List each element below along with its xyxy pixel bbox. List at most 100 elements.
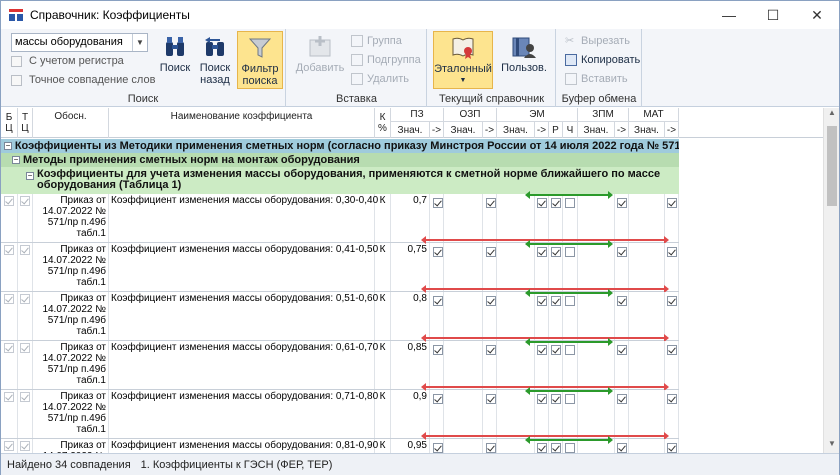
apply-checkbox[interactable] [537, 443, 547, 453]
apply-checkbox[interactable] [551, 198, 561, 208]
apply-checkbox[interactable] [617, 198, 627, 208]
cell-bc[interactable] [1, 243, 18, 291]
apply-checkbox[interactable] [486, 394, 496, 404]
col-name[interactable]: Наименование коэффициента [109, 108, 375, 138]
apply-checkbox[interactable] [551, 345, 561, 355]
apply-checkbox[interactable] [433, 198, 443, 208]
col-mat[interactable]: МАТ [629, 108, 679, 122]
apply-checkbox[interactable] [537, 247, 547, 257]
apply-checkbox[interactable] [667, 443, 677, 453]
col-pz-arrow[interactable]: -> [430, 122, 444, 138]
apply-checkbox[interactable] [667, 345, 677, 355]
apply-checkbox[interactable] [486, 247, 496, 257]
col-em-ch[interactable]: Ч [563, 122, 578, 138]
group-row-level1[interactable]: − Коэффициенты из Методики применения см… [1, 139, 679, 153]
delete-button[interactable]: Удалить [351, 73, 409, 85]
cell-tc[interactable] [18, 341, 33, 389]
apply-checkbox[interactable] [537, 345, 547, 355]
col-zpm-arrow[interactable]: -> [615, 122, 629, 138]
apply-checkbox[interactable] [486, 198, 496, 208]
scroll-up-icon[interactable]: ▲ [824, 108, 840, 122]
tc-checkbox[interactable] [20, 392, 30, 402]
checkbox-box[interactable] [11, 74, 22, 86]
tc-checkbox[interactable] [20, 245, 30, 255]
col-mat-arrow[interactable]: -> [665, 122, 679, 138]
table-row[interactable]: Приказ от 14.07.2022 № 571/пр п.49б табл… [1, 436, 679, 453]
apply-checkbox[interactable] [617, 296, 627, 306]
apply-checkbox[interactable] [667, 394, 677, 404]
col-kpct[interactable]: К % [375, 108, 391, 138]
apply-checkbox[interactable] [565, 394, 575, 404]
cell-bc[interactable] [1, 194, 18, 242]
apply-checkbox[interactable] [565, 198, 575, 208]
group-button[interactable]: Группа [351, 35, 402, 47]
tc-checkbox[interactable] [20, 196, 30, 206]
table-row[interactable]: Приказ от 14.07.2022 № 571/пр п.49б табл… [1, 191, 679, 244]
col-bc[interactable]: Б Ц [1, 108, 18, 138]
col-tc[interactable]: Т Ц [18, 108, 33, 138]
copy-button[interactable]: Копировать [565, 54, 640, 66]
chevron-down-icon[interactable]: ▼ [132, 34, 147, 51]
bc-checkbox[interactable] [4, 245, 14, 255]
apply-checkbox[interactable] [667, 247, 677, 257]
apply-checkbox[interactable] [486, 443, 496, 453]
col-basis[interactable]: Обосн. [33, 108, 109, 138]
apply-checkbox[interactable] [551, 247, 561, 257]
col-zpm[interactable]: ЗПМ [578, 108, 629, 122]
exact-match-checkbox[interactable]: Точное совпадение слов [11, 74, 155, 86]
apply-checkbox[interactable] [617, 443, 627, 453]
find-back-button[interactable]: Поиск назад [196, 31, 234, 89]
subgroup-button[interactable]: Подгруппа [351, 54, 421, 66]
col-ozp[interactable]: ОЗП [444, 108, 497, 122]
table-row[interactable]: Приказ от 14.07.2022 № 571/пр п.49б табл… [1, 240, 679, 293]
cell-tc[interactable] [18, 390, 33, 438]
add-button[interactable]: Добавить [295, 31, 345, 89]
col-zpm-val[interactable]: Знач. [578, 122, 615, 138]
close-button[interactable]: ✕ [795, 1, 839, 29]
tc-checkbox[interactable] [20, 343, 30, 353]
apply-checkbox[interactable] [617, 247, 627, 257]
bc-checkbox[interactable] [4, 196, 14, 206]
cell-bc[interactable] [1, 341, 18, 389]
apply-checkbox[interactable] [617, 394, 627, 404]
cell-tc[interactable] [18, 439, 33, 453]
apply-checkbox[interactable] [486, 345, 496, 355]
col-em-r[interactable]: Р [549, 122, 563, 138]
table-row[interactable]: Приказ от 14.07.2022 № 571/пр п.49б табл… [1, 387, 679, 440]
apply-checkbox[interactable] [433, 345, 443, 355]
find-button[interactable]: Поиск [156, 31, 194, 89]
maximize-button[interactable]: ☐ [751, 1, 795, 29]
collapse-icon[interactable]: − [4, 142, 12, 150]
apply-checkbox[interactable] [433, 247, 443, 257]
search-combo[interactable]: массы оборудования ▼ [11, 33, 148, 52]
col-pz-val[interactable]: Знач. [391, 122, 430, 138]
scroll-down-icon[interactable]: ▼ [824, 439, 840, 453]
apply-checkbox[interactable] [565, 345, 575, 355]
apply-checkbox[interactable] [433, 394, 443, 404]
table-row[interactable]: Приказ от 14.07.2022 № 571/пр п.49б табл… [1, 338, 679, 391]
cell-bc[interactable] [1, 292, 18, 340]
cell-bc[interactable] [1, 390, 18, 438]
col-em-val[interactable]: Знач. [497, 122, 535, 138]
col-mat-val[interactable]: Знач. [629, 122, 665, 138]
apply-checkbox[interactable] [667, 198, 677, 208]
bc-checkbox[interactable] [4, 441, 14, 451]
apply-checkbox[interactable] [551, 296, 561, 306]
col-pz[interactable]: ПЗ [391, 108, 444, 122]
cell-bc[interactable] [1, 439, 18, 453]
apply-checkbox[interactable] [551, 394, 561, 404]
match-case-checkbox[interactable]: С учетом регистра [11, 55, 124, 67]
apply-checkbox[interactable] [537, 296, 547, 306]
apply-checkbox[interactable] [667, 296, 677, 306]
scroll-thumb[interactable] [827, 126, 837, 206]
apply-checkbox[interactable] [617, 345, 627, 355]
minimize-button[interactable]: — [707, 1, 751, 29]
col-ozp-val[interactable]: Знач. [444, 122, 483, 138]
cut-button[interactable]: ✂ Вырезать [565, 35, 630, 47]
apply-checkbox[interactable] [565, 247, 575, 257]
group-row-level2[interactable]: − Методы применения сметных норм на монт… [1, 153, 679, 167]
tc-checkbox[interactable] [20, 441, 30, 451]
col-ozp-arrow[interactable]: -> [483, 122, 497, 138]
table-row[interactable]: Приказ от 14.07.2022 № 571/пр п.49б табл… [1, 289, 679, 342]
filter-search-button[interactable]: Фильтр поиска [237, 31, 283, 89]
